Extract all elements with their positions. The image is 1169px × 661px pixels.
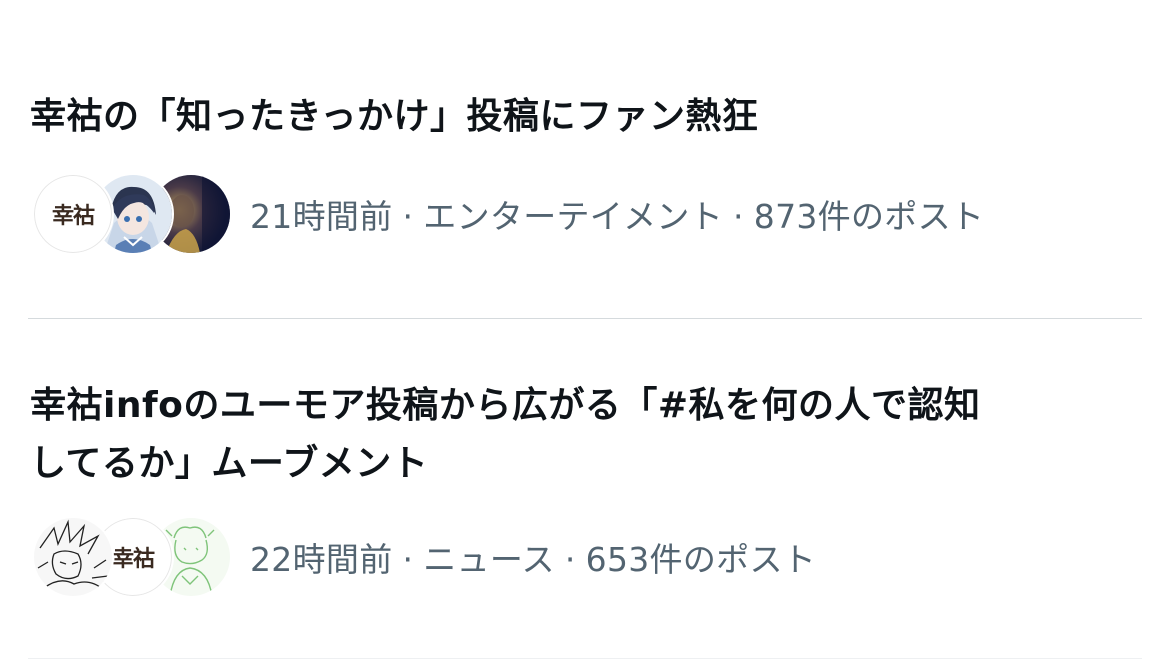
trend-headline[interactable]: 幸祜の「知ったきっかけ」投稿にファン熱狂	[30, 88, 1130, 146]
trend-meta-row: 幸祜	[32, 516, 816, 598]
meta-separator: ·	[733, 197, 744, 236]
meta-separator: ·	[564, 540, 576, 579]
avatar-stack[interactable]: 幸祜	[32, 173, 232, 255]
trend-category: ニュース	[423, 540, 555, 579]
trend-time: 21時間前	[250, 197, 393, 236]
trend-headline[interactable]: 幸祜infoのユーモア投稿から広がる「#私を何の人で認知 してるか」ムーブメント	[30, 377, 1130, 493]
trend-post-count: 873件のポスト	[753, 197, 985, 236]
meta-separator: ·	[402, 540, 414, 579]
logo-text: 幸祜	[51, 204, 95, 229]
trend-post-count: 653件のポスト	[585, 540, 817, 579]
divider	[28, 658, 1142, 659]
trend-headline-line: 幸祜infoのユーモア投稿から広がる「#私を何の人で認知	[30, 385, 981, 426]
manga-sketch-avatar	[32, 516, 114, 598]
trending-feed: 幸祜の「知ったきっかけ」投稿にファン熱狂 幸祜 21時間前 · エンターテイメン…	[0, 0, 1169, 661]
trend-meta: 22時間前 · ニュース · 653件のポスト	[250, 533, 816, 581]
trend-category: エンターテイメント	[423, 197, 723, 236]
trend-headline-line: してるか」ムーブメント	[30, 443, 429, 484]
trend-meta: 21時間前 · エンターテイメント · 873件のポスト	[250, 190, 984, 238]
trend-item[interactable]: 幸祜の「知ったきっかけ」投稿にファン熱狂 幸祜 21時間前 · エンターテイメン…	[0, 0, 1169, 318]
meta-separator: ·	[402, 197, 414, 236]
avatar-stack[interactable]: 幸祜	[32, 516, 232, 598]
trend-item[interactable]: 幸祜infoのユーモア投稿から広がる「#私を何の人で認知 してるか」ムーブメント	[0, 319, 1169, 661]
kouko-logo-avatar: 幸祜	[32, 173, 114, 255]
trend-time: 22時間前	[250, 540, 393, 579]
trend-headline-line: 幸祜の「知ったきっかけ」投稿にファン熱狂	[30, 96, 759, 137]
trend-meta-row: 幸祜	[32, 173, 984, 255]
